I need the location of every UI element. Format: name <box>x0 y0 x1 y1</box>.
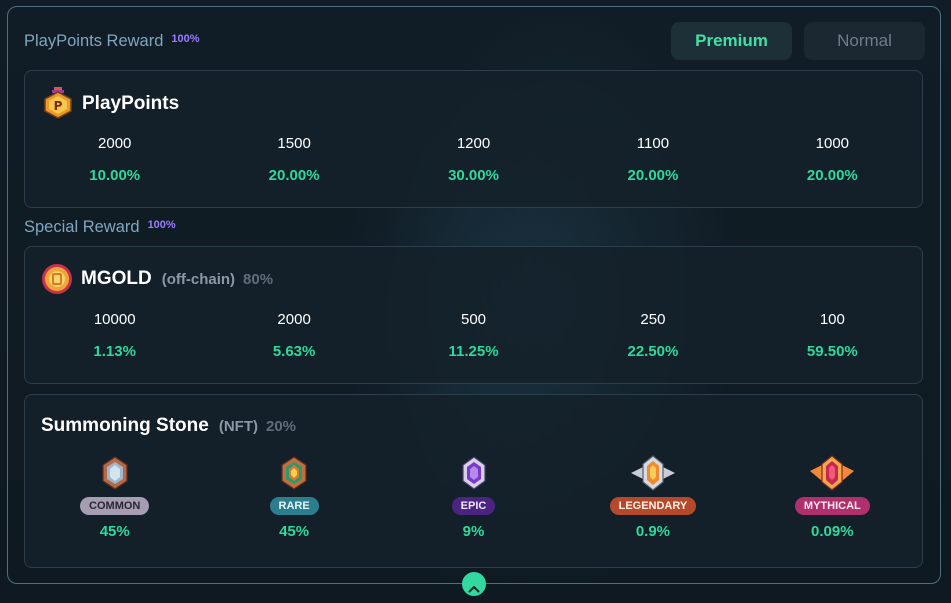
tier-badge-epic: EPIC <box>451 497 496 515</box>
summoning-stone-header: Summoning Stone (NFT) 20% <box>41 415 296 437</box>
playpoints-amount: 1500 <box>277 135 311 152</box>
epic-stone-icon <box>456 455 492 491</box>
mgold-card: MGOLD (off-chain) 80% 10000 2000 500 250… <box>24 246 923 384</box>
special-reward-percent: 100% <box>147 219 176 231</box>
legendary-stone-icon <box>629 455 677 491</box>
mgold-rate: 59.50% <box>806 343 858 360</box>
playpoints-card: P PlayPoints 2000 1500 1200 1100 1000 10… <box>24 70 923 208</box>
playpoints-rate: 20.00% <box>268 167 320 184</box>
mythical-stone-icon <box>808 455 856 491</box>
tier-rate-common: 45% <box>99 523 130 540</box>
reward-type-tabs: Premium Normal <box>671 22 925 60</box>
common-stone-icon <box>97 455 133 491</box>
stone-tier-legendary: LEGENDARY 0.9% <box>563 455 742 540</box>
mgold-rate-row: 1.13% 5.63% 11.25% 22.50% 59.50% <box>25 329 922 360</box>
mgold-amount: 10000 <box>93 311 136 328</box>
playpoints-rate: 20.00% <box>627 167 679 184</box>
tab-normal[interactable]: Normal <box>804 22 925 60</box>
mgold-card-title: MGOLD <box>81 268 152 289</box>
tier-rate-legendary: 0.9% <box>635 523 671 540</box>
mgold-card-subtitle: (off-chain) <box>161 270 236 288</box>
collapse-button[interactable] <box>462 572 486 596</box>
playpoints-rate: 10.00% <box>89 167 141 184</box>
mgold-amount: 250 <box>640 311 666 328</box>
mgold-amount: 100 <box>819 311 845 328</box>
mgold-amount: 2000 <box>277 311 311 328</box>
playpoints-card-title: PlayPoints <box>82 93 180 114</box>
tier-badge-common: COMMON <box>80 497 150 515</box>
tier-badge-legendary: LEGENDARY <box>609 497 697 515</box>
playpoints-reward-title: PlayPoints Reward <box>24 32 164 50</box>
mgold-card-header: MGOLD (off-chain) 80% <box>41 263 273 295</box>
playpoints-amount-row: 2000 1500 1200 1100 1000 <box>25 135 922 152</box>
summoning-stone-card: Summoning Stone (NFT) 20% COMMON 45% RAR… <box>24 394 923 568</box>
playpoints-card-header: P PlayPoints <box>41 87 179 121</box>
special-reward-title: Special Reward <box>24 218 140 236</box>
chevron-up-icon <box>468 580 480 593</box>
tab-premium[interactable]: Premium <box>671 22 792 60</box>
mgold-coin-icon <box>41 263 73 295</box>
stone-tier-common: COMMON 45% <box>25 455 204 540</box>
stone-tier-rare: RARE 45% <box>204 455 383 540</box>
mgold-rate: 11.25% <box>448 343 499 360</box>
playpoints-rate: 30.00% <box>448 167 499 184</box>
mgold-rate: 5.63% <box>272 343 316 360</box>
stone-tier-mythical: MYTHICAL 0.09% <box>743 455 922 540</box>
playpoints-rate: 20.00% <box>806 167 858 184</box>
playpoints-reward-percent: 100% <box>171 33 200 45</box>
tier-rate-epic: 9% <box>462 523 485 540</box>
playpoints-amount: 1100 <box>636 135 670 152</box>
svg-text:P: P <box>54 99 63 113</box>
summoning-stone-title: Summoning Stone <box>41 415 209 436</box>
summoning-stone-tiers: COMMON 45% RARE 45% EPIC 9% LEGENDARY 0.… <box>25 455 922 540</box>
mgold-share: 80% <box>243 270 274 288</box>
playpoints-amount: 1200 <box>456 135 491 152</box>
playpoints-reward-heading: PlayPoints Reward 100% <box>24 32 200 51</box>
tier-badge-mythical: MYTHICAL <box>794 497 870 515</box>
mgold-amount-row: 10000 2000 500 250 100 <box>25 311 922 328</box>
stone-tier-epic: EPIC 9% <box>384 455 563 540</box>
mgold-rate: 22.50% <box>627 343 679 360</box>
playpoints-amount: 2000 <box>98 135 132 152</box>
rare-stone-icon <box>276 455 312 491</box>
playpoints-medal-icon: P <box>41 87 75 121</box>
summoning-stone-subtitle: (NFT) <box>218 417 258 435</box>
tier-badge-rare: RARE <box>269 497 319 515</box>
playpoints-amount: 1000 <box>815 135 850 152</box>
special-reward-heading: Special Reward 100% <box>24 218 176 237</box>
mgold-amount: 500 <box>461 311 487 328</box>
tier-rate-rare: 45% <box>279 523 310 540</box>
summoning-stone-share: 20% <box>265 417 297 435</box>
mgold-rate: 1.13% <box>93 343 136 360</box>
playpoints-rate-row: 10.00% 20.00% 30.00% 20.00% 20.00% <box>25 153 922 184</box>
tier-rate-mythical: 0.09% <box>811 523 854 540</box>
